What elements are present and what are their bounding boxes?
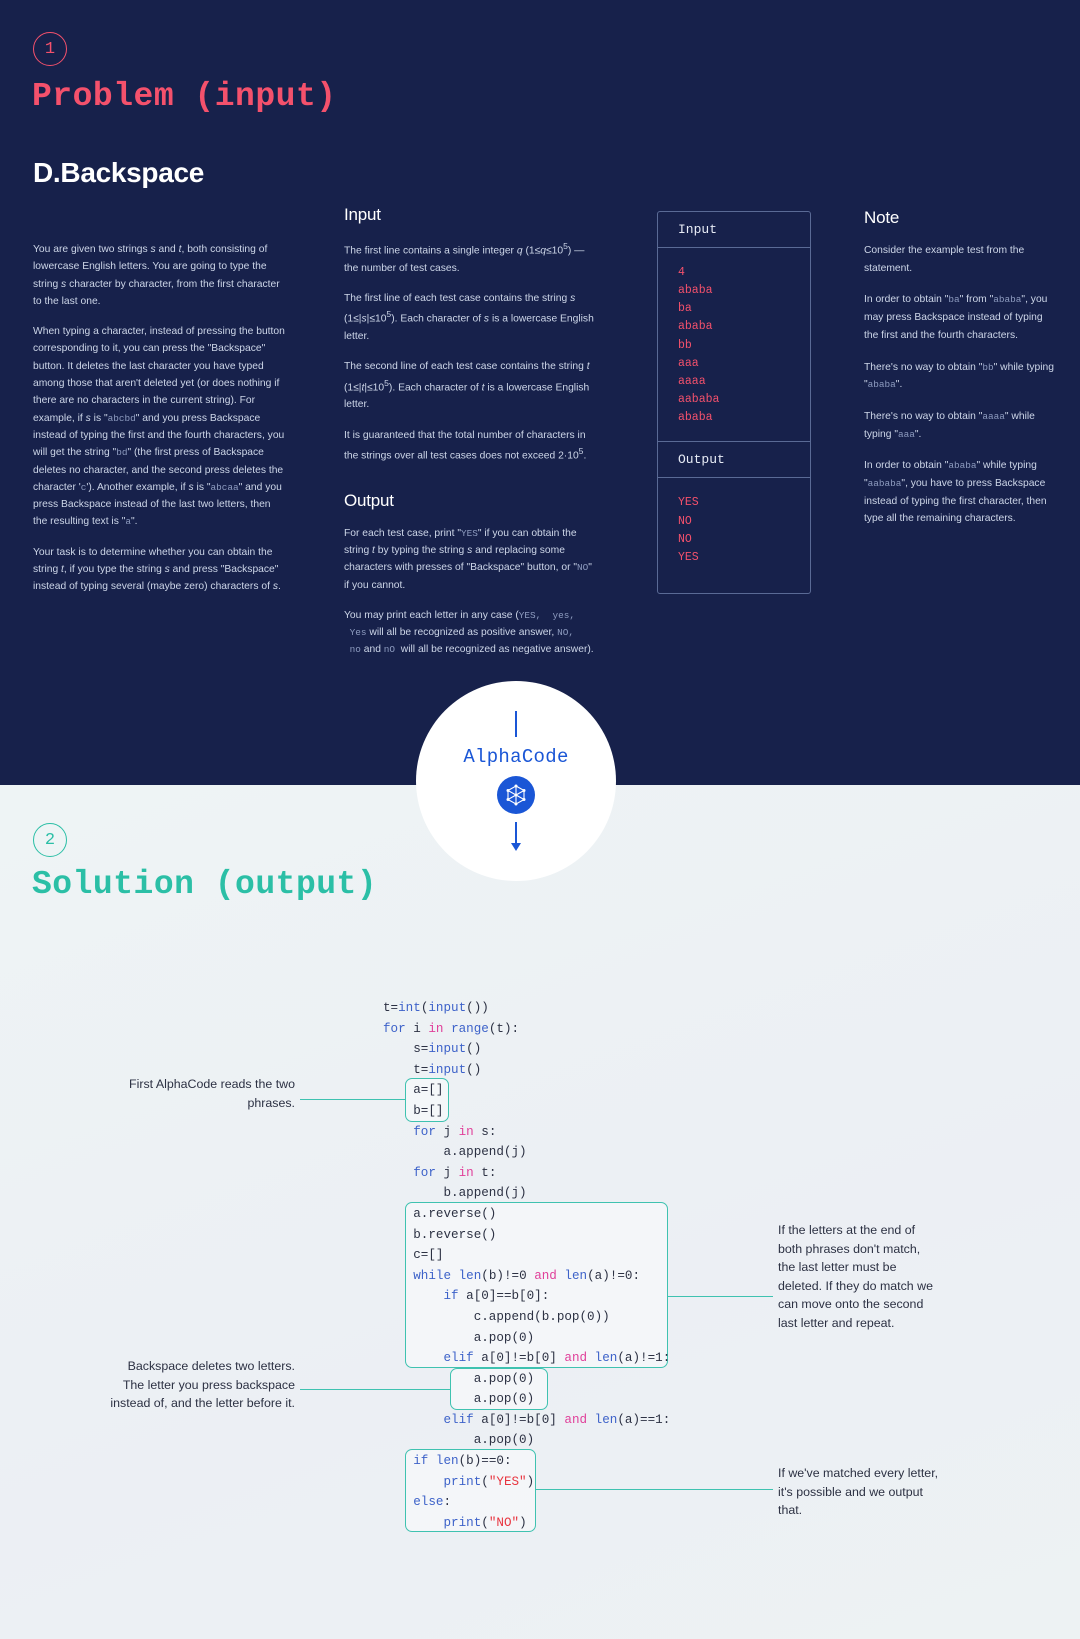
step-badge-1: 1 — [33, 32, 67, 66]
code-line: for i in range(t): — [383, 1021, 520, 1036]
input-para-1: The first line contains a single integer… — [344, 241, 585, 274]
io-line: ba — [678, 302, 692, 316]
code-line: elif a[0]!=b[0] and len(a)==1: — [443, 1412, 671, 1427]
solution-code-block: t=int(input()) for i in range(t): s=input… — [383, 998, 670, 1533]
code-line: else: — [413, 1495, 452, 1510]
code-line: a=[] — [383, 1083, 444, 1098]
code-line: a.pop(0) — [383, 1433, 535, 1448]
problem-name: D.Backspace — [33, 157, 205, 188]
annotation-backspace-deletes-two: Backspace deletes two letters. The lette… — [110, 1359, 295, 1411]
top-tick — [515, 711, 517, 737]
alphacode-badge: AlphaCode — [416, 681, 616, 881]
example-input-label: Input — [658, 212, 810, 248]
note-column: Note Consider the example test from the … — [864, 208, 1054, 542]
io-line: aababa — [678, 393, 720, 407]
annotation-read-phrases: First AlphaCode reads the two phrases. — [129, 1077, 295, 1110]
code-line: while len(b)!=0 and len(a)!=0: — [413, 1268, 641, 1283]
code-line: t=input() — [383, 1062, 482, 1077]
step-badge-1-label: 1 — [44, 39, 56, 59]
io-line: ababa — [678, 411, 713, 425]
problem-statement-column: You are given two strings s and t, both … — [33, 241, 285, 596]
output-para-2: You may print each letter in any case (Y… — [344, 609, 594, 656]
statement-para-1: You are given two strings s and t, both … — [33, 244, 280, 307]
code-line: for j in s: — [413, 1124, 497, 1139]
alphacode-cube-logo-icon — [497, 776, 535, 814]
code-line: b.append(j) — [383, 1186, 527, 1201]
code-line: a.pop(0) — [383, 1371, 535, 1386]
code-line: a.append(j) — [383, 1145, 527, 1160]
code-line: t=int(input()) — [383, 1001, 489, 1015]
io-line: YES — [678, 550, 699, 564]
alphacode-wordmark: AlphaCode — [463, 746, 569, 768]
code-line: if a[0]==b[0]: — [443, 1289, 550, 1304]
code-line: b=[] — [383, 1103, 444, 1118]
problem-panel: 1 Problem (input) D.Backspace You are gi… — [0, 0, 1080, 785]
io-line: 4 — [678, 266, 685, 279]
io-line: ababa — [678, 284, 713, 298]
step-badge-2: 2 — [33, 823, 67, 857]
code-line: print("YES") — [443, 1474, 535, 1489]
code-line: a.pop(0) — [383, 1330, 535, 1345]
output-heading: Output — [344, 490, 394, 510]
io-line: YES — [678, 496, 699, 510]
input-para-2: The first line of each test case contain… — [344, 293, 594, 343]
statement-para-2: When typing a character, instead of pres… — [33, 326, 285, 528]
code-line: elif a[0]!=b[0] and len(a)!=1: — [443, 1351, 671, 1366]
input-para-3: The second line of each test case contai… — [344, 361, 590, 411]
code-line: b.reverse() — [383, 1227, 497, 1242]
poster-root: 1 Problem (input) D.Backspace You are gi… — [0, 0, 1080, 1639]
statement-para-3: Your task is to determine whether you ca… — [33, 546, 281, 593]
code-line: if len(b)==0: — [413, 1454, 512, 1469]
code-line: a.pop(0) — [383, 1392, 535, 1407]
note-para-1: Consider the example test from the state… — [864, 245, 1025, 274]
problem-section-title: Problem (input) — [32, 78, 337, 115]
note-para-4: There's no way to obtain "aaaa" while ty… — [864, 410, 1035, 440]
note-heading: Note — [864, 208, 900, 227]
note-para-3: There's no way to obtain "bb" while typi… — [864, 361, 1054, 391]
example-output-lines: YES NO NO YES — [658, 478, 810, 581]
code-line: for j in t: — [413, 1165, 497, 1180]
code-line: c.append(b.pop(0)) — [383, 1309, 610, 1324]
down-arrow-icon — [511, 822, 521, 851]
output-para-1: For each test case, print "YES" if you c… — [344, 527, 592, 591]
example-input-lines: 4 ababa ba ababa bb aaa aaaa aababa ababa — [658, 248, 810, 441]
input-para-4: It is guaranteed that the total number o… — [344, 429, 587, 462]
code-line: c=[] — [383, 1248, 444, 1263]
io-line: bb — [678, 338, 692, 352]
io-line: aaa — [678, 356, 699, 370]
note-para-2: In order to obtain "ba" from "ababa", yo… — [864, 294, 1048, 341]
code-line: s=input() — [383, 1042, 482, 1057]
code-line: a.reverse() — [383, 1206, 497, 1221]
annotation-matched-every-letter: If we've matched every letter, it's poss… — [778, 1466, 939, 1518]
solution-section-title: Solution (output) — [32, 866, 378, 903]
step-badge-2-label: 2 — [44, 830, 56, 850]
io-line: ababa — [678, 320, 713, 334]
code-line: print("NO") — [443, 1515, 527, 1530]
io-line: NO — [678, 532, 692, 546]
annotation-compare-letters: If the letters at the end of both phrase… — [778, 1223, 933, 1331]
io-line: aaaa — [678, 374, 706, 388]
example-output-label: Output — [658, 441, 810, 479]
note-para-5: In order to obtain "ababa" while typing … — [864, 460, 1047, 525]
connector-line-2 — [668, 1296, 773, 1298]
example-io-box: Input 4 ababa ba ababa bb aaa aaaa aababa ababa … — [657, 211, 811, 594]
input-heading: Input — [344, 205, 381, 224]
input-output-column: Input The first line contains a single i… — [344, 205, 596, 659]
io-line: NO — [678, 514, 692, 528]
